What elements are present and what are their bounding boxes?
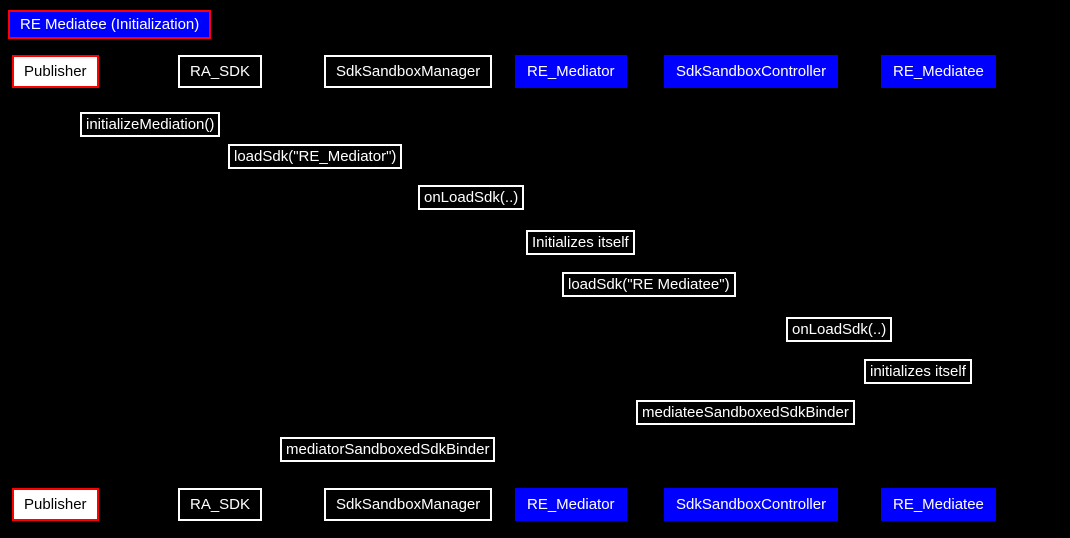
msg-mediator-binder: mediatorSandboxedSdkBinder: [280, 437, 495, 462]
msg-init-self-1: Initializes itself: [526, 230, 635, 255]
msg-onload-1: onLoadSdk(..): [418, 185, 524, 210]
participant-ra-sdk-bottom: RA_SDK: [178, 488, 262, 521]
participant-mediatee-top: RE_Mediatee: [881, 55, 996, 88]
msg-load-mediator: loadSdk("RE_Mediator"): [228, 144, 402, 169]
msg-init-mediation: initializeMediation(): [80, 112, 220, 137]
participant-sandbox-controller-top: SdkSandboxController: [664, 55, 838, 88]
msg-init-self-2: initializes itself: [864, 359, 972, 384]
participant-mediatee-bottom: RE_Mediatee: [881, 488, 996, 521]
participant-sandbox-manager-top: SdkSandboxManager: [324, 55, 492, 88]
msg-mediatee-binder: mediateeSandboxedSdkBinder: [636, 400, 855, 425]
msg-load-mediatee: loadSdk("RE Mediatee"): [562, 272, 736, 297]
participant-publisher-top: Publisher: [12, 55, 99, 88]
participant-ra-sdk-top: RA_SDK: [178, 55, 262, 88]
participant-publisher-bottom: Publisher: [12, 488, 99, 521]
participant-mediator-top: RE_Mediator: [515, 55, 627, 88]
participant-sandbox-controller-bottom: SdkSandboxController: [664, 488, 838, 521]
msg-onload-2: onLoadSdk(..): [786, 317, 892, 342]
diagram-title: RE Mediatee (Initialization): [8, 10, 211, 39]
participant-sandbox-manager-bottom: SdkSandboxManager: [324, 488, 492, 521]
participant-mediator-bottom: RE_Mediator: [515, 488, 627, 521]
